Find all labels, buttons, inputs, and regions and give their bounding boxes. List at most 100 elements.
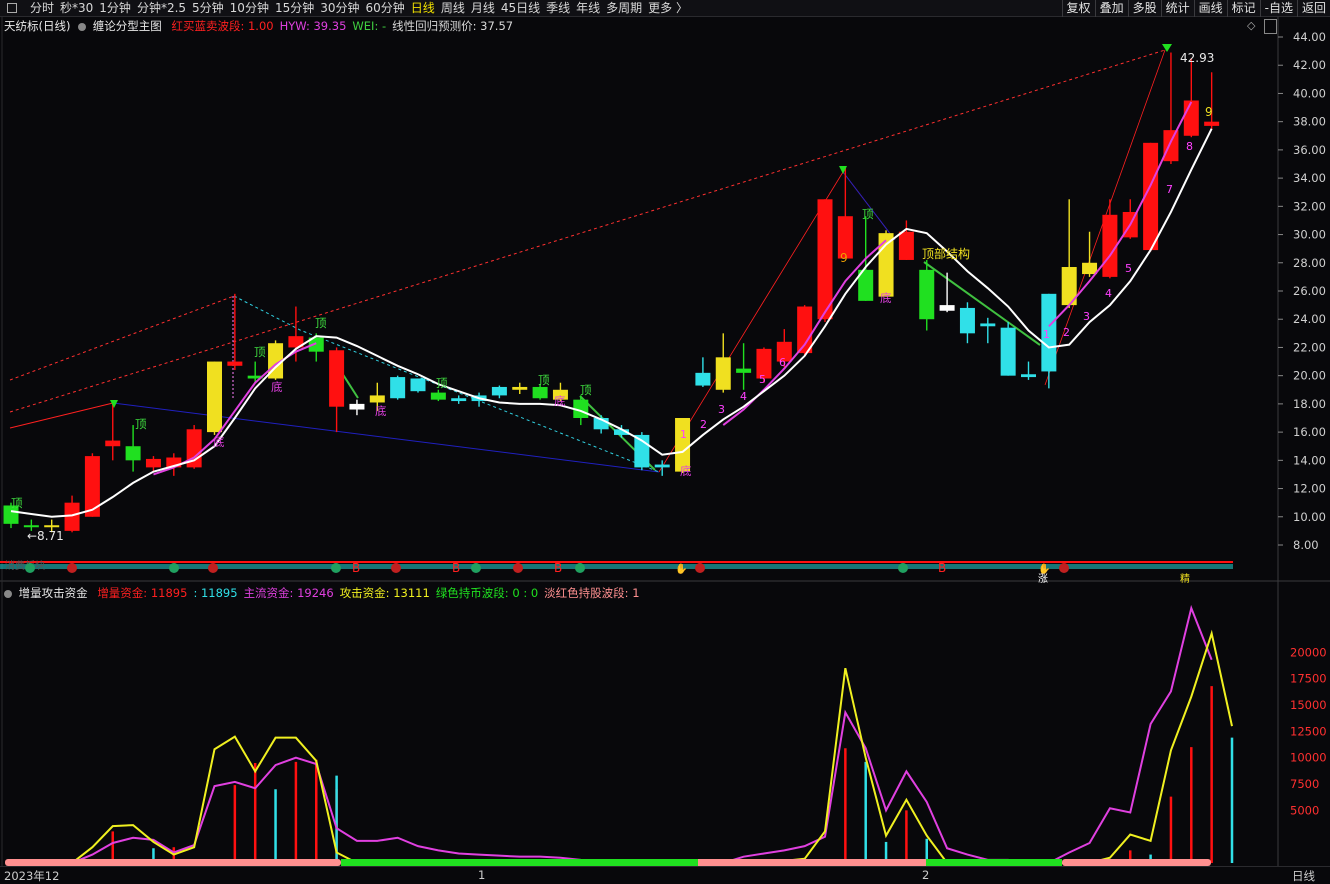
date-axis: 2023年12 1 2 日线 — [0, 866, 1330, 883]
bottom-label-5: 底 — [880, 291, 892, 305]
faded-strip-text: 消费板块 — [5, 559, 45, 572]
signal-dot-7 — [513, 563, 523, 573]
bottom-label-0: 底 — [213, 435, 225, 449]
candle-body-48 — [980, 323, 996, 327]
volume-tick-1: 17500 — [1290, 672, 1327, 686]
trend-line-red-1 — [9, 402, 114, 429]
price-tick-2: 40.00 — [1293, 86, 1326, 100]
top-label-7: 顶 — [862, 207, 874, 221]
top-label-1: 顶 — [135, 417, 147, 431]
green-segment-3 — [923, 261, 1041, 346]
count-label-9: 4 — [1105, 287, 1112, 300]
high-price-label: 42.93 — [1180, 51, 1214, 65]
signal-dot-4 — [331, 563, 341, 573]
trend-line-dashed-1 — [9, 295, 235, 381]
hand-icon-0: ✋ — [675, 562, 687, 575]
candle-body-16 — [329, 350, 345, 407]
candle-body-44 — [898, 231, 914, 260]
signal-dot-10 — [898, 563, 908, 573]
down-arrow-icon-0 — [110, 400, 118, 408]
price-tick-8: 28.00 — [1293, 256, 1326, 270]
zhang-label: 涨 — [1038, 573, 1048, 585]
price-tick-10: 24.00 — [1293, 312, 1326, 326]
candle-body-7 — [145, 458, 161, 468]
candle-body-4 — [84, 456, 100, 517]
bottom-label-4: 底 — [680, 464, 692, 478]
count-label-1: 2 — [700, 418, 707, 431]
period-label: 日线 — [1292, 869, 1315, 883]
candle-body-6 — [125, 446, 141, 461]
signal-dot-8 — [575, 563, 585, 573]
candle-body-19 — [390, 377, 406, 399]
candle-body-46 — [939, 305, 955, 311]
top-label-6: 顶 — [580, 383, 592, 397]
candle-body-47 — [959, 307, 975, 334]
signal-dot-11 — [1059, 563, 1069, 573]
price-tick-13: 18.00 — [1293, 397, 1326, 411]
candle-body-40 — [817, 199, 833, 320]
signal-dot-5 — [391, 563, 401, 573]
top-label-2: 顶 — [254, 345, 266, 359]
hold-band-0 — [5, 859, 341, 866]
count-label-0: 1 — [680, 428, 687, 441]
price-tick-12: 20.00 — [1293, 369, 1326, 383]
count-label-2: 3 — [718, 403, 725, 416]
candle-body-20 — [410, 378, 426, 392]
price-tick-11: 22.00 — [1293, 340, 1326, 354]
count-label-11: 7 — [1166, 183, 1173, 196]
fund-line-magenta-0 — [11, 604, 1213, 864]
candle-body-32 — [654, 464, 670, 468]
buy-signal-1: B — [452, 561, 460, 575]
count-label-10: 5 — [1125, 262, 1132, 275]
price-tick-16: 12.00 — [1293, 482, 1326, 496]
candle-body-25 — [512, 386, 528, 390]
count-label-6: 1 — [1043, 328, 1050, 341]
volume-tick-5: 7500 — [1290, 777, 1319, 791]
price-tick-17: 10.00 — [1293, 510, 1326, 524]
candle-body-45 — [919, 269, 935, 320]
hold-band-4 — [1062, 859, 1211, 866]
candle-body-36 — [736, 368, 752, 373]
count-label-12: 8 — [1186, 140, 1193, 153]
candle-body-22 — [451, 398, 467, 402]
candle-body-59 — [1204, 121, 1220, 126]
candle-body-1 — [23, 525, 39, 528]
bottom-label-3: 底 — [554, 394, 566, 408]
date-label-2: 2 — [922, 868, 930, 882]
bottom-label-1: 底 — [271, 380, 283, 394]
top-label-3: 顶 — [315, 316, 327, 330]
count-label-7: 2 — [1063, 326, 1070, 339]
jing-label: 精 — [1180, 572, 1190, 585]
candle-body-26 — [532, 386, 548, 399]
candle-body-18 — [369, 395, 385, 403]
price-tick-6: 32.00 — [1293, 199, 1326, 213]
candle-body-34 — [695, 372, 711, 386]
price-tick-18: 8.00 — [1293, 538, 1319, 552]
stock-chart[interactable]: 44.0042.0040.0038.0036.0034.0032.0030.00… — [0, 0, 1330, 881]
volume-tick-4: 10000 — [1290, 751, 1327, 765]
hold-band-1 — [341, 859, 698, 866]
signal-dot-6 — [471, 563, 481, 573]
candle-body-58 — [1183, 100, 1199, 136]
candle-body-49 — [1000, 327, 1016, 376]
candle-body-5 — [105, 440, 121, 447]
price-tick-15: 14.00 — [1293, 453, 1326, 467]
signal-dot-1 — [67, 563, 77, 573]
nine-label-1: 9 — [1205, 105, 1213, 119]
buy-signal-2: B — [554, 561, 562, 575]
volume-tick-2: 15000 — [1290, 698, 1327, 712]
nine-label-0: 9 — [840, 251, 848, 265]
candle-body-11 — [227, 361, 243, 366]
low-price-label: ←8.71 — [27, 529, 64, 543]
price-tick-3: 38.00 — [1293, 115, 1326, 129]
candle-body-21 — [430, 392, 446, 400]
date-label-0: 2023年12 — [4, 869, 60, 883]
top-label-5: 顶 — [538, 373, 550, 387]
candle-body-17 — [349, 403, 365, 410]
bottom-label-2: 底 — [375, 404, 387, 418]
candle-body-54 — [1102, 214, 1118, 277]
candle-body-57 — [1163, 130, 1179, 162]
top-label-4: 顶 — [436, 376, 448, 390]
trend-line-red-2 — [658, 171, 896, 473]
price-tick-4: 36.00 — [1293, 143, 1326, 157]
